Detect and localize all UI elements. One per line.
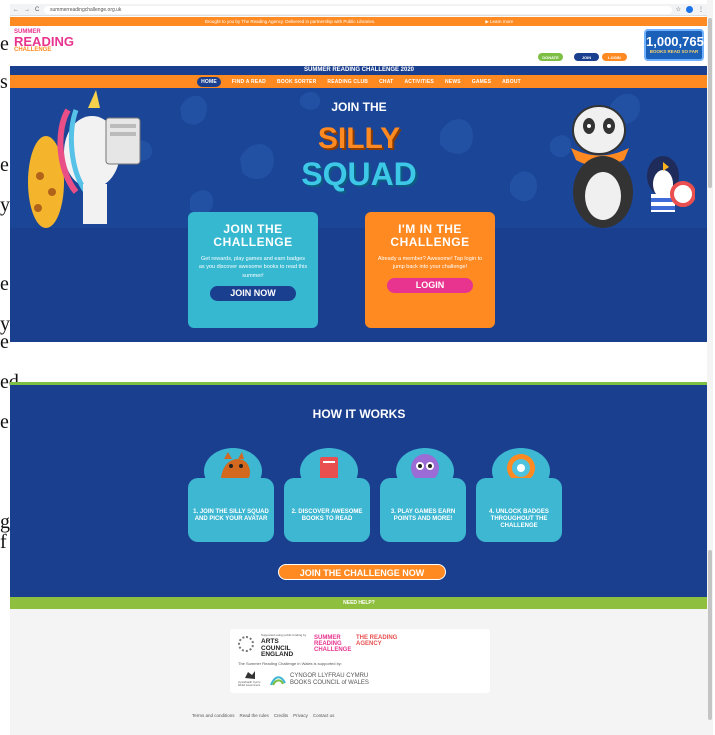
need-help-bar[interactable]: NEED HELP? <box>10 597 708 609</box>
how-step-4[interactable]: 4. UNLOCK BADGES THROUGHOUT THE CHALLENG… <box>476 478 562 542</box>
margin-letter: g <box>0 511 10 533</box>
margin-letter: e <box>0 33 9 55</box>
join-now-button[interactable]: JOIN NOW <box>210 285 296 301</box>
the-reading-agency-logo: THE READING AGENCY <box>356 635 398 647</box>
card-login-button[interactable]: LOGIN <box>387 277 473 293</box>
promo-bar: Brought to you by The Reading Agency. De… <box>10 17 708 26</box>
footer-links: Terms and conditions Read the rules Cred… <box>192 713 334 718</box>
bookmark-star-icon[interactable]: ☆ <box>676 6 681 13</box>
site-footer: Supported using public funding by ARTS C… <box>10 609 708 735</box>
books-council-welsh-name: CYNGOR LLYFRAU CYMRU <box>290 673 369 679</box>
hero-squad-text: SQUAD <box>301 156 417 192</box>
nav-item-find-a-read[interactable]: FIND A READ <box>232 79 266 85</box>
join-card-title-2: CHALLENGE <box>213 234 293 249</box>
counter-caption: BOOKS READ SO FAR <box>649 49 699 54</box>
address-bar[interactable]: summerreadingchallenge.org.uk <box>44 5 672 14</box>
summer-reading-challenge-logo: SUMMER READING CHALLENGE <box>314 635 352 653</box>
scrollbar-thumb-top[interactable] <box>708 18 712 188</box>
margin-letter: s <box>0 71 8 93</box>
nav-item-home[interactable]: HOME <box>197 76 221 87</box>
site-header: SUMMER READING CHALLENGE DONATE JOIN LOG… <box>10 26 708 66</box>
browser-bar: ← → C summerreadingchallenge.org.uk ☆ ⋮ <box>10 4 708 16</box>
welsh-government-text: Llywodraeth Cymru Welsh Government <box>238 681 261 688</box>
url-text: summerreadingchallenge.org.uk <box>50 6 122 13</box>
challenge-title: SUMMER READING CHALLENGE 2020 <box>303 67 414 73</box>
credits-link[interactable]: Credits <box>274 713 288 718</box>
margin-letter: e <box>0 154 9 176</box>
nav-item-book-sorter[interactable]: BOOK SORTER <box>277 79 316 85</box>
site-logo[interactable]: SUMMER READING CHALLENGE <box>14 29 74 54</box>
hero-join-text: JOIN THE <box>331 100 387 114</box>
nav-menu: HOME FIND A READ BOOK SORTER READING CLU… <box>10 75 708 88</box>
donate-button[interactable]: DONATE <box>538 53 563 61</box>
learn-more-link[interactable]: ▶ Learn more <box>485 19 513 25</box>
login-button[interactable]: LOGIN <box>602 53 627 61</box>
join-card-title-1: JOIN THE <box>223 222 283 236</box>
scrollbar[interactable] <box>707 0 713 735</box>
join-button[interactable]: JOIN <box>574 53 599 61</box>
login-card-text: Already a member? Awesome! Tap login to … <box>377 256 483 271</box>
margin-letter: e <box>0 411 9 433</box>
contact-link[interactable]: Contact us <box>313 713 335 718</box>
nav-item-games[interactable]: GAMES <box>472 79 491 85</box>
join-challenge-card: JOIN THE CHALLENGE Get rewards, play gam… <box>188 212 318 328</box>
forward-button[interactable]: → <box>24 7 30 13</box>
margin-letter: e <box>0 331 9 353</box>
nav-item-reading-club[interactable]: READING CLUB <box>327 79 368 85</box>
books-council-english-name: BOOKS COUNCIL of WALES <box>290 680 369 686</box>
nav-item-activities[interactable]: ACTIVITIES <box>404 79 434 85</box>
nav-item-news[interactable]: NEWS <box>445 79 461 85</box>
reload-button[interactable]: C <box>35 7 39 13</box>
logo-line-3: CHALLENGE <box>14 47 52 54</box>
how-it-works-section: HOW IT WORKS 1. JOIN THE SILLY SQUAD AND… <box>10 382 708 600</box>
privacy-link[interactable]: Privacy <box>293 713 308 718</box>
login-card-title-2: CHALLENGE <box>390 234 470 249</box>
hero-banner: JOIN THE SILLY SQUAD <box>10 88 708 228</box>
main-navigation: SUMMER READING CHALLENGE 2020 HOME FIND … <box>10 66 708 88</box>
login-card-title-1: I'M IN THE <box>398 222 462 236</box>
welsh-government-logo: Llywodraeth Cymru Welsh Government <box>238 669 262 687</box>
browser-menu-icon[interactable]: ⋮ <box>698 6 704 13</box>
arts-council-logo-icon <box>238 636 254 652</box>
counter-number: 1,000,765 <box>646 34 704 49</box>
avatar[interactable] <box>686 6 693 13</box>
join-the-challenge-now-button[interactable]: JOIN THE CHALLENGE NOW <box>278 564 446 580</box>
browser-nav: ← → C <box>10 7 44 13</box>
nav-item-about[interactable]: ABOUT <box>502 79 521 85</box>
how-step-1[interactable]: 1. JOIN THE SILLY SQUAD AND PICK YOUR AV… <box>188 478 274 542</box>
back-button[interactable]: ← <box>13 7 19 13</box>
nav-item-chat[interactable]: CHAT <box>379 79 393 85</box>
how-step-3[interactable]: 3. PLAY GAMES EARN POINTS AND MORE! <box>380 478 466 542</box>
arts-council-caption: Supported using public funding by <box>261 633 307 637</box>
hero-silly-text: SILLY <box>317 122 401 155</box>
promo-text: Brought to you by The Reading Agency. De… <box>204 19 376 24</box>
margin-letter: y <box>0 194 10 216</box>
sponsor-panel: Supported using public funding by ARTS C… <box>230 629 490 693</box>
books-read-counter: 1,000,765 BOOKS READ SO FAR <box>644 29 704 61</box>
how-it-works-title: HOW IT WORKS <box>312 407 406 421</box>
welsh-dragon-icon <box>245 671 255 679</box>
join-card-text: Get rewards, play games and earn badges … <box>198 256 308 279</box>
how-step-2[interactable]: 2. DISCOVER AWESOME BOOKS TO READ <box>284 478 370 542</box>
margin-letter: e <box>0 273 9 295</box>
login-challenge-card: I'M IN THE CHALLENGE Already a member? A… <box>365 212 495 328</box>
wales-support-text: The Summer Reading Challenge in Wales is… <box>238 661 342 666</box>
browser-actions: ☆ ⋮ <box>672 6 708 13</box>
margin-letter: f <box>0 531 7 553</box>
arts-council-name: ARTS COUNCIL ENGLAND <box>261 638 294 658</box>
site-top-viewport: Brought to you by The Reading Agency. De… <box>10 17 708 342</box>
scrollbar-thumb-bottom[interactable] <box>708 550 712 720</box>
terms-link[interactable]: Terms and conditions <box>192 713 235 718</box>
screenshot-page: e s e y e y e ed e g f ← → C summerreadi… <box>0 0 715 735</box>
rules-link[interactable]: Read the rules <box>240 713 269 718</box>
books-council-logo-icon <box>270 676 286 686</box>
